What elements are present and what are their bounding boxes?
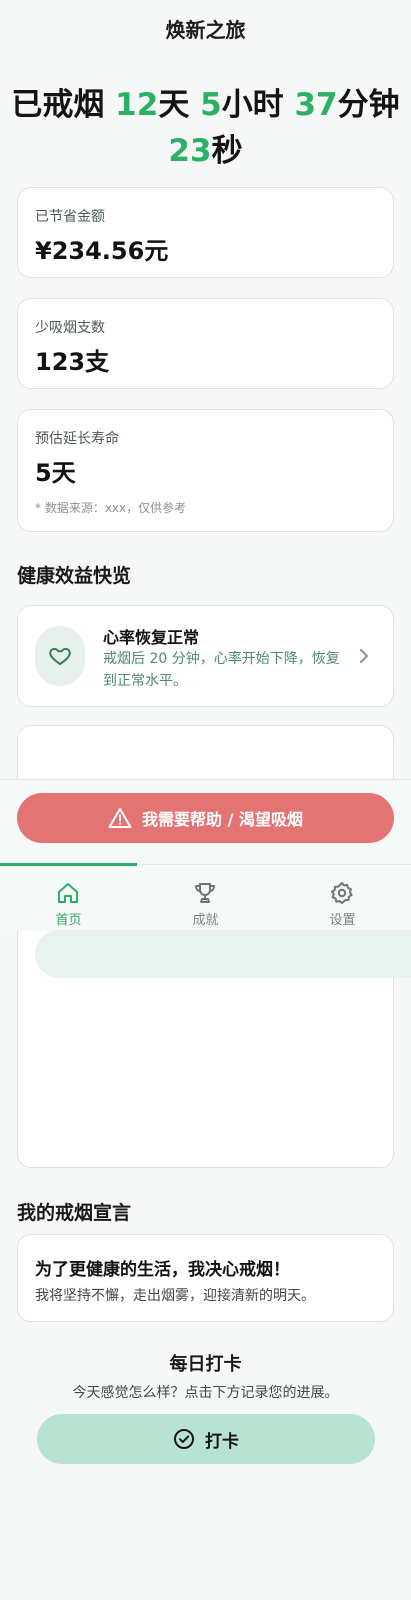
lifespan-label: 预估延长寿命: [35, 431, 119, 447]
checkin-button-label: 打卡: [205, 1431, 239, 1452]
quit-timer: 已戒烟 12天 5小时 37分钟 23秒: [0, 82, 411, 174]
app-title: 焕新之旅: [165, 18, 246, 42]
timer-minutes: 37: [294, 87, 338, 123]
declaration-section-title: 我的戒烟宣言: [17, 1202, 132, 1224]
timer-hours-unit: 小时: [221, 87, 284, 123]
bottom-tab-bar: 首页 成就 设置: [0, 863, 411, 932]
checkin-title: 每日打卡: [169, 1354, 242, 1375]
warning-icon: [108, 808, 132, 828]
help-button-label: 我需要帮助 / 渴望吸烟: [142, 810, 303, 829]
timer-days: 12: [115, 87, 159, 123]
timer-seconds-unit: 秒: [211, 133, 243, 169]
tab-settings[interactable]: 设置: [274, 865, 411, 932]
timer-minutes-unit: 分钟: [337, 87, 400, 123]
benefit-icon-wrap: [35, 626, 85, 686]
tab-settings-label: 设置: [329, 913, 356, 928]
checkin-button[interactable]: 打卡: [37, 1414, 375, 1464]
timer-seconds: 23: [168, 133, 212, 169]
checkin-subtitle: 今天感觉怎么样？点击下方记录您的进展。: [72, 1385, 339, 1401]
tab-achievements[interactable]: 成就: [137, 865, 274, 932]
cigarettes-label: 少吸烟支数: [35, 320, 105, 336]
help-craving-button[interactable]: 我需要帮助 / 渴望吸烟: [17, 793, 394, 843]
tab-home[interactable]: 首页: [0, 865, 137, 932]
timer-days-unit: 天: [158, 87, 190, 123]
health-section-title: 健康效益快览: [17, 565, 132, 587]
savings-label: 已节省金额: [35, 209, 105, 225]
benefit-title: 心率恢复正常: [103, 628, 200, 647]
home-icon: [58, 883, 78, 903]
declaration-card: 为了更健康的生活，我决心戒烟！ 我将坚持不懈，走出烟雾，迎接清新的明天。: [17, 1234, 394, 1322]
savings-card: 已节省金额 ¥234.56元: [17, 187, 394, 278]
gear-icon: [331, 882, 353, 904]
timer-prefix: 已戒烟: [11, 87, 105, 123]
trophy-icon: [195, 883, 215, 903]
benefit-card-heart[interactable]: 心率恢复正常 戒烟后 20 分钟，心率开始下降，恢复到正常水平。: [17, 605, 394, 707]
card-content-placeholder: [35, 930, 411, 978]
savings-value: ¥234.56元: [35, 237, 169, 265]
lifespan-note: * 数据来源：xxx，仅供参考: [35, 501, 187, 515]
tab-home-label: 首页: [55, 913, 82, 928]
benefit-desc: 戒烟后 20 分钟，心率开始下降，恢复到正常水平。: [103, 651, 340, 689]
declaration-title: 为了更健康的生活，我决心戒烟！: [35, 1260, 290, 1280]
lifespan-card: 预估延长寿命 5天 * 数据来源：xxx，仅供参考: [17, 409, 394, 532]
cigarettes-value: 123支: [35, 348, 110, 376]
timer-hours: 5: [200, 87, 222, 123]
check-circle-icon: [174, 1429, 194, 1449]
lifespan-value: 5天: [35, 459, 76, 487]
heart-icon: [49, 648, 71, 665]
tab-achievements-label: 成就: [192, 913, 219, 928]
cigarettes-card: 少吸烟支数 123支: [17, 298, 394, 389]
chevron-right-icon: [360, 649, 368, 663]
declaration-text: 我将坚持不懈，走出烟雾，迎接清新的明天。: [35, 1288, 315, 1304]
